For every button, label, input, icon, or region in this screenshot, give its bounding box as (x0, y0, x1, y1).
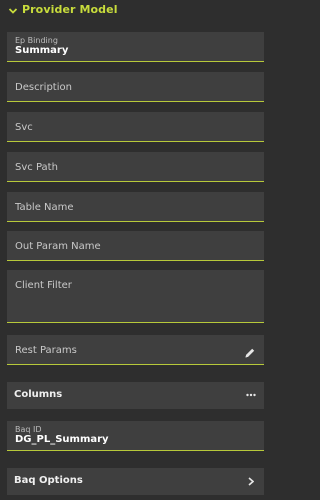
table-name-placeholder: Table Name (15, 202, 74, 213)
out-param-name-placeholder: Out Param Name (15, 241, 101, 252)
more-horizontal-icon[interactable] (246, 393, 256, 397)
svc-field[interactable]: Svc (7, 112, 264, 142)
provider-model-header[interactable]: Provider Model (0, 0, 274, 22)
baq-id-field[interactable]: Baq ID DG_PL_Summary (7, 421, 264, 451)
section-title: Provider Model (22, 3, 118, 16)
pencil-icon[interactable] (244, 347, 256, 359)
chevron-down-icon (8, 8, 18, 14)
description-field[interactable]: Description (7, 72, 264, 102)
client-filter-textarea[interactable]: Client Filter (7, 270, 264, 323)
rest-params-field[interactable]: Rest Params (7, 335, 264, 365)
svc-path-field[interactable]: Svc Path (7, 152, 264, 182)
table-name-field[interactable]: Table Name (7, 192, 264, 222)
columns-label: Columns (14, 389, 63, 400)
columns-row[interactable]: Columns (7, 382, 264, 409)
rest-params-placeholder: Rest Params (15, 345, 77, 356)
out-param-name-field[interactable]: Out Param Name (7, 231, 264, 261)
ep-binding-value: Summary (15, 45, 69, 56)
baq-options-label: Baq Options (14, 475, 83, 486)
ep-binding-label: Ep Binding (15, 36, 58, 45)
ep-binding-field[interactable]: Ep Binding Summary (7, 32, 264, 62)
chevron-right-icon (248, 477, 254, 486)
baq-options-row[interactable]: Baq Options (7, 468, 264, 495)
client-filter-placeholder: Client Filter (15, 280, 72, 291)
svc-placeholder: Svc (15, 122, 33, 133)
svc-path-placeholder: Svc Path (15, 162, 58, 173)
description-placeholder: Description (15, 82, 72, 93)
baq-id-value: DG_PL_Summary (15, 434, 109, 445)
baq-id-label: Baq ID (15, 425, 42, 434)
